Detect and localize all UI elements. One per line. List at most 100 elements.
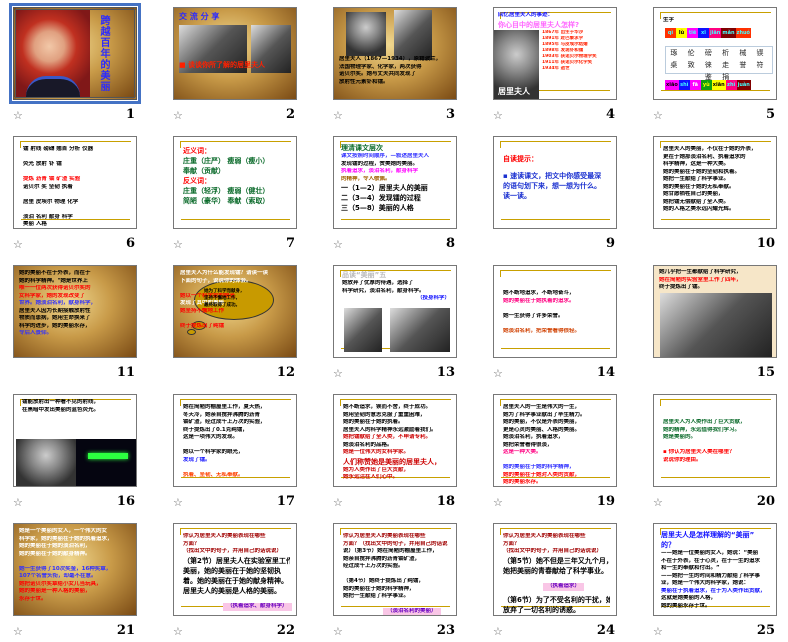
transition-icon[interactable]: ☆ — [173, 109, 183, 122]
slide-thumbnail-12[interactable]: 居里夫人为什么能发现镭？请读一读 下面的句子，说说你的体会。 她以一个科学家的眼光… — [173, 265, 297, 358]
text-line — [339, 11, 450, 19]
slide-thumbnail-3[interactable]: 居里夫人（1867—1934），原籍波兰， 法国物理学家、化学家，两次获得 诺贝尔奖… — [333, 7, 457, 100]
portrait-image — [16, 10, 90, 97]
text-line — [503, 146, 610, 154]
text-line — [663, 404, 770, 412]
text-line: 她淡泊名利，把荣誉看得很轻。 — [503, 327, 581, 334]
slide-thumbnail-14[interactable]: 她不断地追求，不断地奋斗， 她的美丽在于她执着的追求。 她一生获得了许多荣誉。 … — [493, 265, 617, 358]
text-line: 二（3—4）发现镭的过程 — [341, 194, 421, 202]
text-line: 她的美丽在于她的科学精神， — [343, 585, 415, 592]
text-line: 科学的进步，她的美丽永存， — [19, 322, 91, 329]
text-line: 她的美丽在于她执着的追求。 — [503, 297, 575, 304]
slide-thumbnail-17[interactable]: 她在简陋的棚屋里工作，夏天热， 冬天冷，她亲自搅拌沸腾的沥青 铀矿渣，经过成千上万次… — [173, 394, 297, 487]
text-line: 近义词： — [183, 147, 211, 155]
slide-text: 回忆居里夫人的事迹： 你心目中的居里夫人怎样? 1867年 出生于华沙 1891年 赴… — [498, 12, 610, 72]
transition-icon[interactable]: ☆ — [333, 109, 343, 122]
text-line: 美丽，她的美丽在于她的坚韧执 — [183, 566, 281, 575]
transition-icon[interactable]: ☆ — [13, 238, 23, 251]
transition-icon[interactable]: ☆ — [493, 367, 503, 380]
slide-thumbnail-4[interactable]: 回忆居里夫人的事迹： 你心目中的居里夫人怎样? 1867年 出生于华沙 1891年 赴… — [493, 7, 617, 100]
text-line: 放射性元素钋和镭。 — [339, 78, 389, 85]
slide-thumbnail-13[interactable]: 品读“美丽”五 她放弃了优厚的待遇，选择了 科学研究，淡泊名利，献身科学。 （投身科学… — [333, 265, 457, 358]
transition-icon[interactable]: ☆ — [333, 496, 343, 509]
text-line: 铀矿渣，经过成千上万次的实验， — [183, 419, 266, 425]
slide-thumbnail-9[interactable]: 自读提示： ▪ 速读课文，把文中你感受最深 的语句划下来，想一想为什么。 读一读… — [493, 136, 617, 229]
slide-number: 4 — [605, 107, 615, 122]
text-line: （执着追求） — [543, 583, 585, 591]
slide-thumbnail-10[interactable]: 居里夫人的美丽，不仅在于她的外表， 更在于她那淡泊名利、执着追求的 科学精神，这是一… — [653, 136, 777, 229]
text-line: 科学家，她的美丽在于她的执着追求， — [19, 535, 113, 542]
slide-thumbnail-1[interactable]: 跨越百年的美丽 — [13, 7, 137, 100]
transition-icon[interactable]: ☆ — [653, 109, 663, 122]
gold-rule-bottom — [501, 348, 610, 349]
text-line: ■ 谈谈你所了解的居里夫人 — [179, 60, 266, 69]
slide-thumbnail-18[interactable]: 她不断追求，锲而不舍，终于成功。 她用坚韧的意志克服了重重困难， 她的美丽在于她的执… — [333, 394, 457, 487]
text-line: 更是心灵的美丽、人格的美丽。 — [503, 426, 581, 433]
pinyin-cell: qì — [665, 28, 676, 38]
slide-thumbnail-20[interactable]: 居里夫人为人类作出了巨大贡献， 她的精神，永远值得我们学习。 她是美丽的。 ▪ 你认… — [653, 394, 777, 487]
text-line: 课文按照时间顺序，—叙述居里夫人 — [341, 153, 430, 159]
transition-icon[interactable]: ☆ — [13, 625, 23, 638]
text-line: （第4节）她终于提炼出了纯镭， — [343, 578, 424, 584]
slide-thumbnail-8[interactable]: 理清课文层次 课文按照时间顺序，—叙述居里夫人 发现镭的过程，赞美她的美丽。 执着追求… — [333, 136, 457, 229]
text-line — [23, 154, 130, 162]
transition-icon[interactable]: ☆ — [333, 367, 343, 380]
transition-icon[interactable]: ☆ — [653, 625, 663, 638]
slide-thumbnail-6[interactable]: 镭 射线 磅礴 翘首 分析 仪器 荧光 放射 钋 镭 提炼 沥青 铀 矿渣 实验… — [13, 136, 137, 229]
transition-icon[interactable]: ☆ — [13, 109, 23, 122]
bubble-text: 她为了科学而献身， 坚持不懈地工作， 最终取得了成功。 — [204, 288, 245, 309]
slide-photo — [344, 308, 382, 352]
text-line: 她淡泊名利，执着追求， — [503, 434, 564, 440]
gold-rule-bottom — [661, 90, 770, 91]
text-line: 诺贝尔奖。她与丈夫共同发现了 — [339, 71, 417, 77]
slide-thumbnail-25[interactable]: 居里夫人是怎样理解的“美丽” 的？ ——她是一位美丽的女人，她说：“美丽 不在于外表，… — [653, 523, 777, 616]
transition-icon[interactable]: ☆ — [653, 496, 663, 509]
transition-icon[interactable]: ☆ — [493, 109, 503, 122]
slide-number: 9 — [605, 236, 615, 251]
transition-icon[interactable]: ☆ — [173, 625, 183, 638]
slide-thumbnail-16[interactable]: 镭能放射出一种看不见的射线， 在黑暗中发出美丽的蓝色荧光。 — [13, 394, 137, 487]
slide-thumbnail-21[interactable]: 她是一个美丽的女人，一个伟大的女 科学家，她的美丽在于她的执着追求， 她的美丽在于她… — [13, 523, 137, 616]
text-line: 终于提炼出了镭。 — [659, 284, 704, 290]
text-line: 诺贝尔 奖 坚韧 执着 — [23, 183, 73, 190]
transition-icon[interactable]: ☆ — [173, 496, 183, 509]
text-line: 更在于她那淡泊名利、执着追求的 — [663, 153, 746, 160]
transition-icon[interactable]: ☆ — [333, 625, 343, 638]
pinyin-row: qì lù tiē xī jiān mǎn zhuó — [665, 28, 751, 38]
text-line: （找出文中的句子，并用自己的话说说） — [503, 548, 603, 554]
slide-text: 近义词： 庄重（庄严） 瘦弱（瘦小） 奉献（贡献） 反义词： 庄重（轻浮） 瘦弱（健壮）… — [183, 146, 290, 206]
text-line: 她把美丽的青春献给了科学事业。 — [503, 566, 608, 575]
transition-icon[interactable]: ☆ — [173, 238, 183, 251]
text-line: 你认为居里夫人的美丽表现在哪些 — [503, 533, 586, 539]
transition-icon[interactable]: ☆ — [493, 625, 503, 638]
slide-thumbnail-23[interactable]: 你认为居里夫人的美丽表现在哪些 方面？（找出文中的句子，并用自己的话说 说）（第3节… — [333, 523, 457, 616]
text-line: 她不断追求，锲而不舍，终于成功。 — [343, 404, 432, 410]
slide-thumbnail-2[interactable]: 交 流 分 享 ■ 谈谈你所了解的居里夫人 — [173, 7, 297, 100]
text-line: 读一读。 — [503, 192, 531, 200]
text-line: 她把一生献给了科学事业。 — [663, 176, 730, 182]
slide-text: 居里夫人的美丽，不仅在于她的外表， 更在于她那淡泊名利、执着追求的 科学精神，这是一… — [663, 146, 770, 214]
gold-rule-bottom — [661, 477, 770, 478]
text-line: 世界。她淡泊名利，献身科学， — [19, 300, 97, 306]
transition-icon[interactable]: ☆ — [333, 238, 343, 251]
slide-thumbnail-22[interactable]: 你认为居里夫人的美丽表现在哪些 方面？ （找出文中的句子，并用自己的话说说） （第2… — [173, 523, 297, 616]
text-line: 法国物理学家、化学家，两次获得 — [339, 63, 422, 70]
slide-thumbnail-15[interactable]: 她几乎把一生都献给了科学研究， 她在简陋的实验室里工作了四年， 终于提炼出了镭。 — [653, 265, 777, 358]
text-line — [503, 275, 610, 283]
text-line: 的语句划下来，想一想为什么。 — [503, 182, 601, 190]
transition-icon[interactable]: ☆ — [13, 496, 23, 509]
text-line: 居里夫人的美丽是人格的美丽。 — [183, 586, 281, 595]
slide-thumbnail-7[interactable]: 近义词： 庄重（庄严） 瘦弱（瘦小） 奉献（贡献） 反义词： 庄重（轻浮） 瘦弱（健壮）… — [173, 136, 297, 229]
slide-thumbnail-11[interactable]: 她的美丽不在于外表，而在于 她的科学精神。"她是世界上 唯一一位两次获得诺贝尔奖的女… — [13, 265, 137, 358]
pinyin-cell: xī — [698, 28, 709, 38]
slide-thumbnail-24[interactable]: 你认为居里夫人的美丽表现在哪些 方面？ （找出文中的句子，并用自己的话说说） （第5节… — [493, 523, 617, 616]
text-line: ▪ 你认为居里夫人美在哪里？ — [663, 449, 735, 455]
text-line: 她是美丽的。 — [663, 434, 697, 440]
transition-icon[interactable]: ☆ — [493, 496, 503, 509]
slide-thumbnail-5[interactable]: 生字 qì lù tiē xī jiān mǎn zhuó xiāo shì fā yù xiān zhì… — [653, 7, 777, 100]
text-line: 方面？ — [503, 540, 520, 547]
slide-thumbnail-19[interactable]: 居里夫人的一生是伟大的一生， 她为了科学事业献出了毕生精力。 她的美丽，不仅是外表的… — [493, 394, 617, 487]
text-line: 一（1—2）居里夫人的美丽 — [341, 184, 428, 192]
text-line: 她的科学精神。"她是世界上 — [19, 277, 88, 284]
slide-text: 你认为居里夫人的美丽表现在哪些 方面？（找出文中的句子，并用自己的话说 说）（第3节… — [343, 533, 450, 615]
